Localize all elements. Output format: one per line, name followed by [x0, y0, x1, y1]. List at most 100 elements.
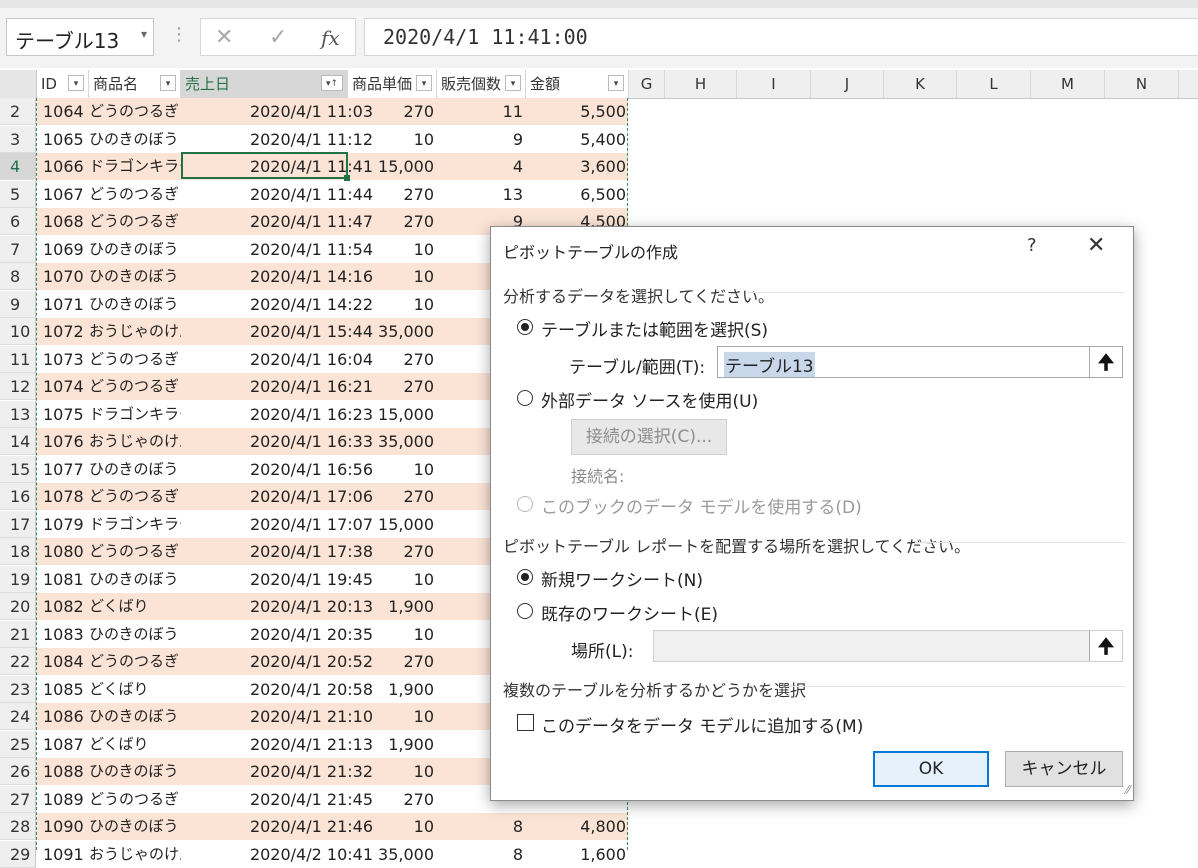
cell-product[interactable]: どうのつるぎ [89, 181, 181, 208]
cell-amount[interactable]: 1,600 [527, 841, 626, 868]
column-header-i[interactable]: I [737, 70, 811, 98]
cell-date[interactable]: 2020/4/1 15:44 [183, 318, 373, 345]
radio-table-range[interactable] [517, 319, 533, 335]
cell-product[interactable]: ひのきのぼう [89, 703, 181, 730]
close-icon[interactable]: ✕ [1087, 233, 1105, 258]
cell-id[interactable]: 1080 [43, 538, 89, 565]
cell-product[interactable]: ひのきのぼう [89, 263, 181, 290]
cell-date[interactable]: 2020/4/1 11:44 [183, 181, 373, 208]
cell-date[interactable]: 2020/4/1 16:33 [183, 428, 373, 455]
cell-product[interactable]: おうじゃのけん [89, 428, 181, 455]
row-number[interactable]: 2 [0, 98, 36, 125]
cell-product[interactable]: どうのつるぎ [89, 208, 181, 235]
cell-product[interactable]: ひのきのぼう [89, 126, 181, 153]
cell-id[interactable]: 1085 [43, 676, 89, 703]
cell-id[interactable]: 1083 [43, 621, 89, 648]
location-picker-icon[interactable]: 🠉 [1089, 631, 1122, 661]
filter-dropdown-icon[interactable]: ▾ [416, 75, 432, 91]
row-number[interactable]: 20 [0, 593, 36, 620]
row-number[interactable]: 5 [0, 181, 36, 208]
cell-product[interactable]: ドラゴンキラー [89, 401, 181, 428]
cell-date[interactable]: 2020/4/1 11:47 [183, 208, 373, 235]
location-input[interactable]: 🠉 [653, 630, 1123, 662]
cell-id[interactable]: 1076 [43, 428, 89, 455]
choose-connection-button[interactable]: 接続の選択(C)... [571, 419, 727, 455]
table-header-id[interactable]: ID ▾ [37, 70, 89, 98]
row-number[interactable]: 17 [0, 511, 36, 538]
cell-date[interactable]: 2020/4/1 21:32 [183, 758, 373, 785]
add-to-data-model-checkbox[interactable] [517, 714, 534, 731]
cell-product[interactable]: どうのつるぎ [89, 786, 181, 813]
cell-price[interactable]: 270 [377, 181, 434, 208]
cell-date[interactable]: 2020/4/1 16:56 [183, 456, 373, 483]
cell-id[interactable]: 1077 [43, 456, 89, 483]
cell-date[interactable]: 2020/4/2 10:41 [183, 841, 373, 868]
cell-amount[interactable]: 6,500 [527, 181, 626, 208]
cell-amount[interactable]: 3,600 [527, 153, 626, 180]
row-number[interactable]: 22 [0, 648, 36, 675]
cell-product[interactable]: ドラゴンキラー [89, 153, 181, 180]
cell-product[interactable]: ひのきのぼう [89, 566, 181, 593]
cell-product[interactable]: ひのきのぼう [89, 456, 181, 483]
cell-id[interactable]: 1065 [43, 126, 89, 153]
radio-new-worksheet[interactable] [517, 569, 533, 585]
cell-id[interactable]: 1066 [43, 153, 89, 180]
cell-id[interactable]: 1078 [43, 483, 89, 510]
cell-id[interactable]: 1079 [43, 511, 89, 538]
table-header-price[interactable]: 商品単価 ▾ [348, 70, 437, 98]
cell-product[interactable]: どうのつるぎ [89, 346, 181, 373]
cell-product[interactable]: どうのつるぎ [89, 373, 181, 400]
cell-price[interactable]: 35,000 [377, 318, 434, 345]
cell-product[interactable]: おうじゃのけん [89, 318, 181, 345]
cell-price[interactable]: 10 [377, 758, 434, 785]
cell-date[interactable]: 2020/4/1 11:54 [183, 236, 373, 263]
row-number[interactable]: 6 [0, 208, 36, 235]
cell-id[interactable]: 1084 [43, 648, 89, 675]
cell-date[interactable]: 2020/4/1 20:13 [183, 593, 373, 620]
row-number[interactable]: 15 [0, 456, 36, 483]
cell-date[interactable]: 2020/4/1 21:46 [183, 813, 373, 840]
cell-price[interactable]: 10 [377, 126, 434, 153]
cancel-button[interactable]: キャンセル [1005, 751, 1123, 787]
table-header-qty[interactable]: 販売個数 ▾ [437, 70, 526, 98]
cell-price[interactable]: 15,000 [377, 153, 434, 180]
cell-price[interactable]: 270 [377, 483, 434, 510]
cell-price[interactable]: 15,000 [377, 511, 434, 538]
row-number[interactable]: 18 [0, 538, 36, 565]
column-header-h[interactable]: H [665, 70, 737, 98]
row-number[interactable]: 28 [0, 813, 36, 840]
row-number[interactable]: 7 [0, 236, 36, 263]
cell-price[interactable]: 15,000 [377, 401, 434, 428]
row-number[interactable]: 11 [0, 346, 36, 373]
cell-qty[interactable]: 8 [435, 813, 523, 840]
cell-date[interactable]: 2020/4/1 20:58 [183, 676, 373, 703]
cell-qty[interactable]: 8 [435, 841, 523, 868]
cell-date[interactable]: 2020/4/1 16:23 [183, 401, 373, 428]
row-number[interactable]: 24 [0, 703, 36, 730]
cell-date[interactable]: 2020/4/1 14:16 [183, 263, 373, 290]
cell-qty[interactable]: 4 [435, 153, 523, 180]
cell-price[interactable]: 10 [377, 456, 434, 483]
row-number[interactable]: 9 [0, 291, 36, 318]
cell-product[interactable]: どくばり [89, 676, 181, 703]
cell-id[interactable]: 1087 [43, 731, 89, 758]
cell-id[interactable]: 1082 [43, 593, 89, 620]
cell-qty[interactable]: 13 [435, 181, 523, 208]
name-box[interactable]: テーブル13 ▾ [6, 18, 154, 56]
resize-grip-icon[interactable]: ⁄⁄ [1126, 783, 1130, 797]
cell-id[interactable]: 1068 [43, 208, 89, 235]
cell-product[interactable]: どうのつるぎ [89, 483, 181, 510]
cell-id[interactable]: 1073 [43, 346, 89, 373]
row-number[interactable]: 3 [0, 126, 36, 153]
cell-date[interactable]: 2020/4/1 20:52 [183, 648, 373, 675]
cell-price[interactable]: 270 [377, 538, 434, 565]
cell-price[interactable]: 10 [377, 566, 434, 593]
row-number[interactable]: 16 [0, 483, 36, 510]
cell-price[interactable]: 1,900 [377, 676, 434, 703]
range-picker-icon[interactable]: 🠉 [1089, 347, 1122, 377]
row-number[interactable]: 29 [0, 841, 36, 868]
column-header-j[interactable]: J [811, 70, 884, 98]
filter-dropdown-icon[interactable]: ▾ [160, 75, 176, 91]
cell-product[interactable]: ひのきのぼう [89, 621, 181, 648]
row-number[interactable]: 8 [0, 263, 36, 290]
